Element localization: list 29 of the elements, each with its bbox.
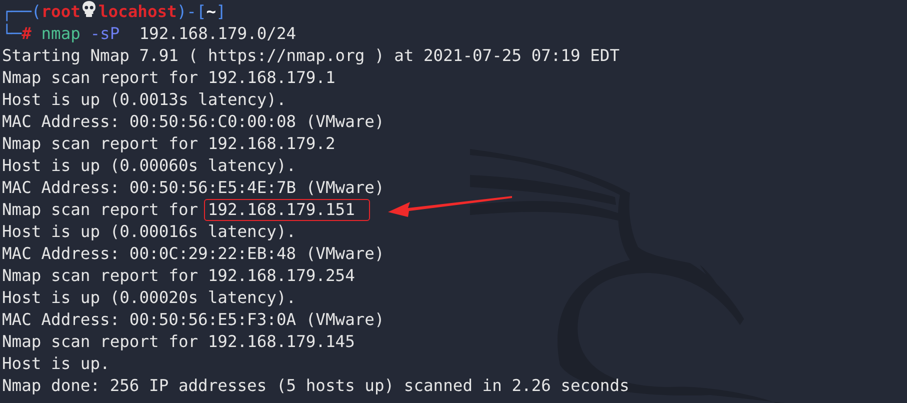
highlighted-address: 192.168.179.151 [204, 199, 370, 221]
output-line: Host is up (0.00020s latency). [2, 287, 298, 309]
command-argument: 192.168.179.0/24 [139, 23, 296, 45]
prompt-frame: ] [216, 1, 226, 23]
prompt-symbol: # [22, 24, 32, 45]
output-line: Starting Nmap 7.91 ( https://nmap.org ) at 2021-07-25 07:19 EDT [2, 45, 621, 67]
prompt-frame: ┌──( [2, 1, 42, 23]
output-line: Nmap scan report for 192.168.179.1 [2, 67, 336, 89]
output-line: Nmap scan report for 192.168.179.254 [2, 265, 356, 287]
prompt-user: root [41, 1, 80, 23]
output-line: Nmap scan report for [2, 199, 200, 221]
command-option-text: -sP [90, 23, 120, 45]
arrow-icon [388, 196, 512, 218]
output-line: MAC Address: 00:0C:29:22:EB:48 (VMware) [2, 243, 386, 265]
output-line: Host is up (0.00016s latency). [2, 221, 298, 243]
output-line: Nmap done: 256 IP addresses (5 hosts up) scanned in 2.26 seconds [2, 375, 630, 397]
output-line: Host is up (0.0013s latency). [2, 89, 288, 111]
output-line: MAC Address: 00:50:56:C0:00:08 (VMware) [2, 111, 386, 133]
prompt-frame: )-[ [176, 1, 206, 23]
prompt-directory: ~ [206, 1, 216, 23]
command-name: nmap [41, 23, 80, 45]
output-line: Nmap scan report for 192.168.179.2 [2, 133, 336, 155]
output-line: Host is up (0.00060s latency). [2, 155, 298, 177]
prompt-frame: └─ [2, 23, 22, 45]
prompt-host: locahost [98, 1, 177, 23]
output-line: Host is up. [2, 353, 111, 375]
output-line: MAC Address: 00:50:56:E5:F3:0A (VMware) [2, 309, 386, 331]
output-line: MAC Address: 00:50:56:E5:4E:7B (VMware) [2, 177, 386, 199]
output-line: Nmap scan report for 192.168.179.145 [2, 331, 356, 353]
